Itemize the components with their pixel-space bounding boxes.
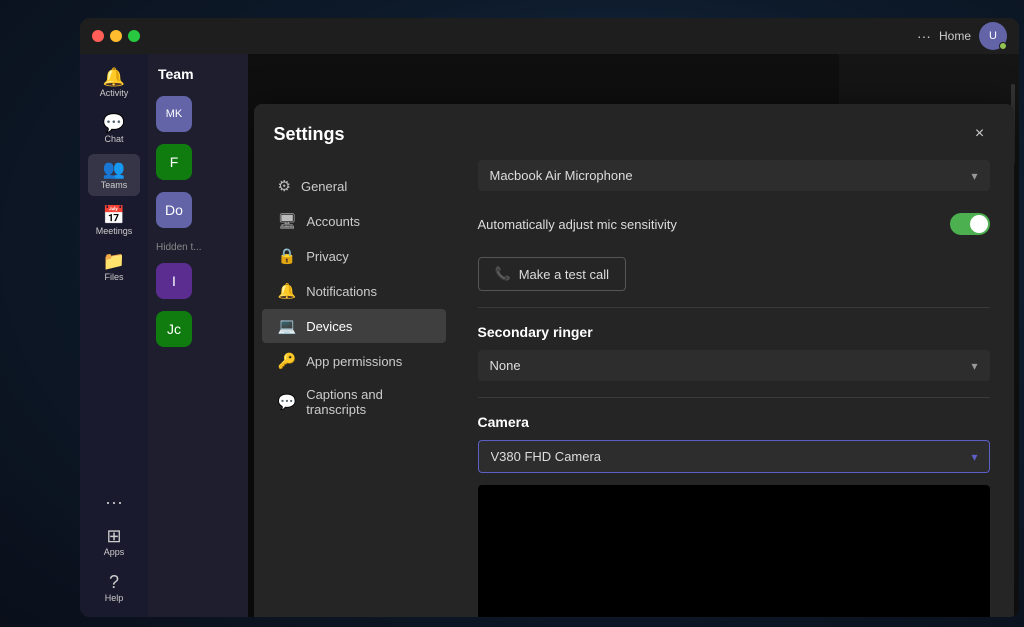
auto-adjust-toggle[interactable] <box>950 213 990 235</box>
secondary-ringer-select[interactable]: None <box>478 350 990 381</box>
notifications-label: Notifications <box>306 284 377 299</box>
settings-content: Macbook Air Microphone ▾ Automatically a… <box>454 160 1014 617</box>
apps-label: Apps <box>104 547 125 557</box>
avatar: Do <box>156 192 192 228</box>
list-item[interactable]: F <box>148 138 248 186</box>
main-area: 🔔 Activity 💬 Chat 👥 Teams 📅 Meetings 📁 F… <box>80 54 1019 617</box>
apps-icon: ⊞ <box>106 527 121 545</box>
list-item[interactable]: I <box>148 257 248 305</box>
nav-sidebar: 🔔 Activity 💬 Chat 👥 Teams 📅 Meetings 📁 F… <box>80 54 148 617</box>
privacy-label: Privacy <box>306 249 349 264</box>
settings-header: Settings × <box>254 104 1014 160</box>
settings-nav-privacy[interactable]: 🔒 Privacy <box>262 239 446 273</box>
test-call-label: Make a test call <box>519 267 609 282</box>
list-item[interactable]: Do <box>148 186 248 234</box>
titlebar: ··· Home U <box>80 18 1019 54</box>
sidebar-item-chat[interactable]: 💬 Chat <box>88 108 140 150</box>
avatar[interactable]: U <box>979 22 1007 50</box>
settings-nav-devices[interactable]: 💻 Devices <box>262 309 446 343</box>
close-button[interactable] <box>92 30 104 42</box>
meetings-icon: 📅 <box>103 206 125 224</box>
hidden-section-label: Hidden t... <box>148 234 248 257</box>
mic-dropdown-field: Macbook Air Microphone ▾ <box>478 160 990 191</box>
mic-select[interactable]: Macbook Air Microphone <box>478 160 990 191</box>
notifications-icon: 🔔 <box>278 282 297 300</box>
toggle-knob <box>970 215 988 233</box>
settings-nav-captions[interactable]: 💬 Captions and transcripts <box>262 379 446 425</box>
settings-nav-accounts[interactable]: 🖥 Accounts <box>262 204 446 238</box>
accounts-label: Accounts <box>307 214 360 229</box>
traffic-lights <box>92 30 140 42</box>
teams-panel: Team MK F Do Hidden t... I Jc <box>148 54 248 617</box>
sidebar-item-more[interactable]: ··· <box>88 487 140 517</box>
chat-label: Chat <box>104 134 123 144</box>
divider <box>478 397 990 398</box>
camera-select[interactable]: V380 FHD Camera <box>478 440 990 473</box>
camera-heading: Camera <box>478 414 990 430</box>
help-icon: ? <box>109 573 119 591</box>
presence-indicator <box>999 42 1007 50</box>
camera-dropdown-field: V380 FHD Camera ▾ <box>478 440 990 473</box>
chat-icon: 💬 <box>103 114 125 132</box>
captions-icon: 💬 <box>278 393 297 411</box>
app-window: ··· Home U 🔔 Activity 💬 Chat 👥 Team <box>80 18 1019 617</box>
secondary-ringer-heading: Secondary ringer <box>478 324 990 340</box>
sidebar-item-files[interactable]: 📁 Files <box>88 246 140 288</box>
sidebar-item-activity[interactable]: 🔔 Activity <box>88 62 140 104</box>
files-label: Files <box>104 272 123 282</box>
app-permissions-label: App permissions <box>306 354 402 369</box>
more-icon: ··· <box>105 493 123 511</box>
auto-adjust-label: Automatically adjust mic sensitivity <box>478 217 677 232</box>
devices-icon: 💻 <box>278 317 297 335</box>
divider <box>478 307 990 308</box>
avatar: I <box>156 263 192 299</box>
general-label: General <box>301 179 347 194</box>
avatar: Jc <box>156 311 192 347</box>
home-button[interactable]: Home <box>939 29 971 43</box>
ellipsis-icon: ··· <box>917 28 931 44</box>
teams-panel-title: Team <box>148 62 248 90</box>
settings-modal-overlay: Settings × ⚙ General 🖥 <box>248 54 1019 617</box>
content-area: 🤔 Open the FA Settings × <box>248 54 1019 617</box>
list-item[interactable]: MK <box>148 90 248 138</box>
test-call-button[interactable]: 📞 Make a test call <box>478 257 627 291</box>
settings-modal: Settings × ⚙ General 🖥 <box>254 104 1014 617</box>
activity-icon: 🔔 <box>103 68 125 86</box>
list-item[interactable]: Jc <box>148 305 248 353</box>
help-label: Help <box>105 593 124 603</box>
settings-body: ⚙ General 🖥 Accounts 🔒 Privacy <box>254 160 1014 617</box>
auto-adjust-row: Automatically adjust mic sensitivity <box>478 203 990 245</box>
teams-icon: 👥 <box>103 160 125 178</box>
secondary-ringer-field: None ▾ <box>478 350 990 381</box>
settings-nav-notifications[interactable]: 🔔 Notifications <box>262 274 446 308</box>
sidebar-item-apps[interactable]: ⊞ Apps <box>88 521 140 563</box>
phone-icon: 📞 <box>495 266 511 282</box>
app-permissions-icon: 🔑 <box>278 352 297 370</box>
settings-nav: ⚙ General 🖥 Accounts 🔒 Privacy <box>254 160 454 617</box>
meetings-label: Meetings <box>96 226 133 236</box>
minimize-button[interactable] <box>110 30 122 42</box>
sidebar-item-meetings[interactable]: 📅 Meetings <box>88 200 140 242</box>
settings-nav-app-permissions[interactable]: 🔑 App permissions <box>262 344 446 378</box>
titlebar-right: ··· Home U <box>917 22 1007 50</box>
home-label: Home <box>939 29 971 43</box>
sidebar-item-teams[interactable]: 👥 Teams <box>88 154 140 196</box>
activity-label: Activity <box>100 88 129 98</box>
accounts-icon: 🖥 <box>278 212 297 230</box>
close-button[interactable]: × <box>966 120 994 148</box>
avatar: F <box>156 144 192 180</box>
sidebar-item-help[interactable]: ? Help <box>88 567 140 609</box>
fullscreen-button[interactable] <box>128 30 140 42</box>
settings-title: Settings <box>274 124 345 145</box>
captions-label: Captions and transcripts <box>306 387 429 417</box>
camera-preview: Preview <box>478 485 990 617</box>
privacy-icon: 🔒 <box>278 247 297 265</box>
teams-label: Teams <box>101 180 128 190</box>
files-icon: 📁 <box>103 252 125 270</box>
settings-nav-general[interactable]: ⚙ General <box>262 169 446 203</box>
avatar: MK <box>156 96 192 132</box>
general-icon: ⚙ <box>278 177 291 195</box>
devices-label: Devices <box>306 319 352 334</box>
